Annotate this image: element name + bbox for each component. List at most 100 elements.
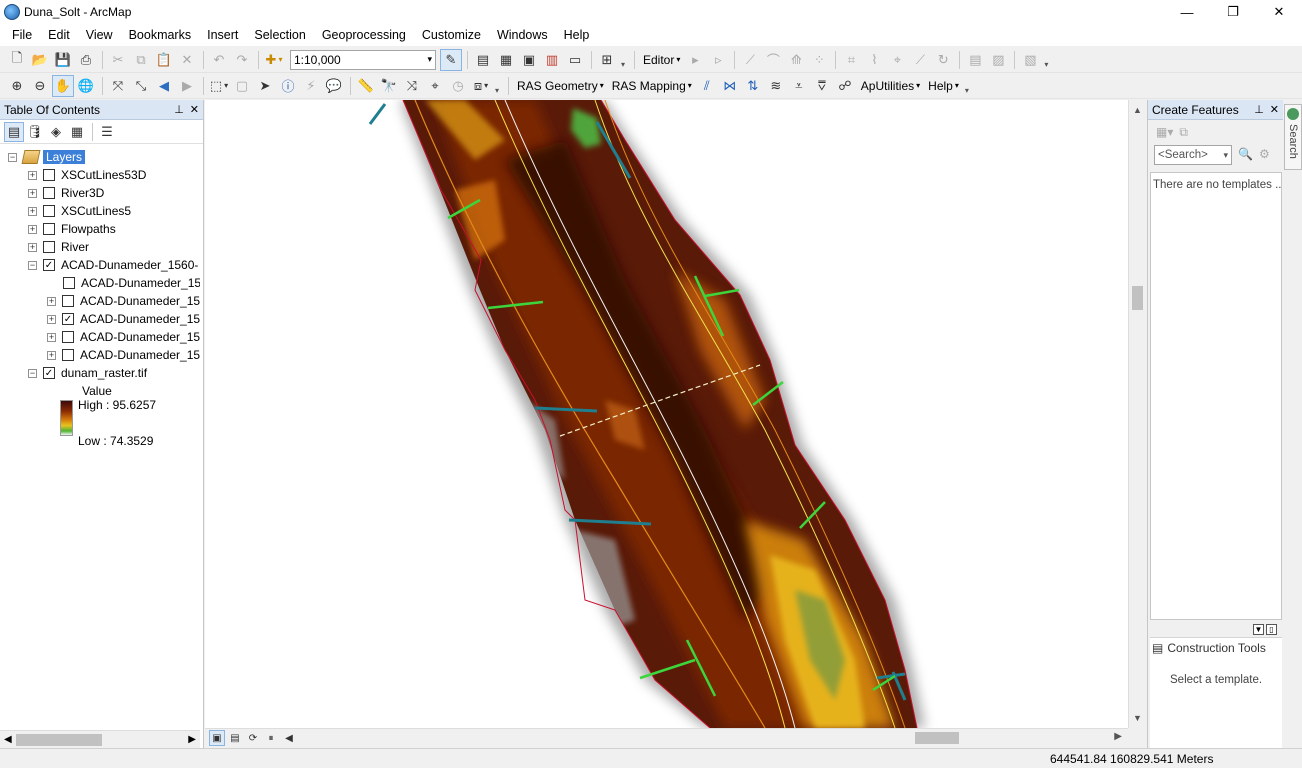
sketch-properties-icon[interactable]: ▨ [987, 49, 1009, 71]
toolbar-grip-icon[interactable]: ▾ [1042, 51, 1050, 69]
menu-geoprocessing[interactable]: Geoprocessing [314, 24, 414, 46]
search-side-tab[interactable]: Search [1284, 104, 1302, 170]
arctoolbox-icon[interactable]: ▥ [541, 49, 563, 71]
scroll-right-icon[interactable]: ▶ [188, 734, 196, 745]
layer-visibility-checkbox[interactable] [62, 295, 74, 307]
collapse-icon[interactable]: − [28, 368, 37, 378]
model-builder-icon[interactable]: ⊞ [596, 49, 618, 71]
select-elements-arrow-icon[interactable]: ➤ [254, 75, 276, 97]
cut-polygons-icon[interactable]: ⌖ [886, 49, 908, 71]
toolbar-grip-icon[interactable]: ▾ [963, 77, 971, 95]
create-viewer-window-icon[interactable]: ⧈ ▾ [470, 75, 492, 97]
menu-insert[interactable]: Insert [199, 24, 246, 46]
expand-icon[interactable]: + [28, 206, 37, 216]
map-scale-combo[interactable]: 1:10,000 ▾ [290, 49, 436, 70]
print-icon[interactable]: ⎙ [75, 49, 97, 71]
layer-visibility-checkbox[interactable]: ✓ [62, 313, 74, 325]
reshape-icon[interactable]: ⌇ [863, 49, 885, 71]
scroll-thumb[interactable] [16, 734, 102, 746]
list-by-selection-icon[interactable]: ▦ [67, 122, 87, 142]
split-view-icon[interactable]: ▯ [1266, 624, 1277, 635]
select-features-icon[interactable]: ⬚ ▾ [208, 75, 230, 97]
expand-icon[interactable]: + [28, 224, 37, 234]
maximize-button[interactable]: ❐ [1210, 0, 1256, 24]
sublayer-row[interactable]: + ACAD-Dunameder_15 [47, 328, 200, 346]
time-slider-icon[interactable]: ◷ [447, 75, 469, 97]
sublayer-row[interactable]: + ✓ ACAD-Dunameder_15 [47, 310, 200, 328]
pause-drawing-icon[interactable]: ⏸ [263, 730, 279, 746]
layer-visibility-checkbox[interactable]: ✓ [43, 367, 55, 379]
georas-help-menu[interactable]: Help ▾ [924, 75, 963, 97]
end-point-arc-icon[interactable]: ⌒ [762, 49, 784, 71]
find-route-icon[interactable]: ⤨ [401, 75, 423, 97]
ras-geometry-menu[interactable]: RAS Geometry ▾ [513, 75, 608, 97]
layer-visibility-checkbox[interactable] [62, 349, 74, 361]
pan-hand-icon[interactable]: ✋ [52, 74, 74, 97]
raster-color-ramp[interactable] [60, 400, 73, 436]
editor-toolbar-toggle-icon[interactable]: ✎ [440, 48, 462, 71]
layer-visibility-checkbox[interactable]: ✓ [43, 259, 55, 271]
edit-vertices-icon[interactable]: ⌗ [840, 49, 862, 71]
forward-arrow-icon[interactable]: ▶ [176, 75, 198, 97]
table-window-icon[interactable]: ▤ [472, 49, 494, 71]
redo-icon[interactable]: ↷ [231, 49, 253, 71]
minimize-button[interactable]: — [1164, 0, 1210, 24]
list-by-drawing-order-icon[interactable]: ▤ [4, 121, 24, 142]
undo-icon[interactable]: ↶ [208, 49, 230, 71]
pin-icon[interactable]: ⊥ [174, 103, 184, 116]
bank-lines-icon[interactable]: ≋ [765, 75, 787, 97]
clear-selection-icon[interactable]: ▢ [231, 75, 253, 97]
expand-icon[interactable]: + [28, 170, 37, 180]
save-icon[interactable]: 💾 [52, 49, 74, 71]
template-search-input[interactable]: <Search> ▾ [1154, 145, 1232, 165]
scroll-down-icon[interactable]: ▼ [1129, 710, 1146, 726]
expand-icon[interactable]: + [28, 242, 37, 252]
menu-customize[interactable]: Customize [414, 24, 489, 46]
layer-visibility-checkbox[interactable] [43, 169, 55, 181]
collapse-icon[interactable]: − [8, 152, 17, 162]
collapse-icon[interactable]: − [28, 260, 37, 270]
layer-row[interactable]: + River3D [28, 184, 104, 202]
layer-visibility-checkbox[interactable] [43, 241, 55, 253]
html-popup-icon[interactable]: 💬 [323, 75, 345, 97]
expand-icon[interactable]: + [47, 314, 56, 324]
expand-icon[interactable]: + [47, 350, 56, 360]
menu-bookmarks[interactable]: Bookmarks [121, 24, 200, 46]
go-to-xy-icon[interactable]: ⌖ [424, 75, 446, 97]
scroll-thumb[interactable] [1132, 286, 1143, 310]
flowpath-labels-icon[interactable]: ⇅ [742, 75, 764, 97]
measure-icon[interactable]: 📏 [355, 75, 377, 97]
search-options-icon[interactable]: ⚙ [1259, 147, 1270, 161]
delete-icon[interactable]: ✕ [176, 49, 198, 71]
menu-help[interactable]: Help [556, 24, 598, 46]
layer-visibility-checkbox[interactable] [43, 187, 55, 199]
ras-link-icon[interactable]: ☍ [834, 75, 856, 97]
menu-view[interactable]: View [78, 24, 121, 46]
python-window-icon[interactable]: ▭ [564, 49, 586, 71]
layer-visibility-checkbox[interactable] [43, 205, 55, 217]
pin-icon[interactable]: ⊥ [1254, 103, 1264, 116]
create-features-icon[interactable]: ▧ [1019, 49, 1041, 71]
point-icon[interactable]: ⁘ [808, 49, 830, 71]
menu-windows[interactable]: Windows [489, 24, 556, 46]
split-icon[interactable]: ⟋ [909, 49, 931, 71]
expand-icon[interactable]: + [47, 296, 56, 306]
menu-file[interactable]: File [4, 24, 40, 46]
paste-icon[interactable]: 📋 [153, 49, 175, 71]
menu-edit[interactable]: Edit [40, 24, 78, 46]
layer-visibility-checkbox[interactable] [62, 331, 74, 343]
layers-root-row[interactable]: − Layers [8, 148, 86, 166]
layer-visibility-checkbox[interactable] [63, 277, 75, 289]
full-extent-globe-icon[interactable]: 🌐 [75, 75, 97, 97]
menu-selection[interactable]: Selection [246, 24, 313, 46]
layer-row[interactable]: + XSCutLines5 [28, 202, 131, 220]
trace-icon[interactable]: ⟰ [785, 49, 807, 71]
layout-view-icon[interactable]: ▤ [227, 730, 243, 746]
construct-xs-icon[interactable]: ⩡ [788, 75, 810, 97]
map-display[interactable] [205, 100, 1128, 728]
search-window-icon[interactable]: ▣ [518, 49, 540, 71]
zoom-in-icon[interactable]: ⊕ [6, 75, 28, 97]
back-arrow-icon[interactable]: ◀ [153, 75, 175, 97]
hyperlink-icon[interactable]: ⚡ [300, 75, 322, 97]
fixed-zoom-in-icon[interactable]: ⤧ [107, 75, 129, 97]
